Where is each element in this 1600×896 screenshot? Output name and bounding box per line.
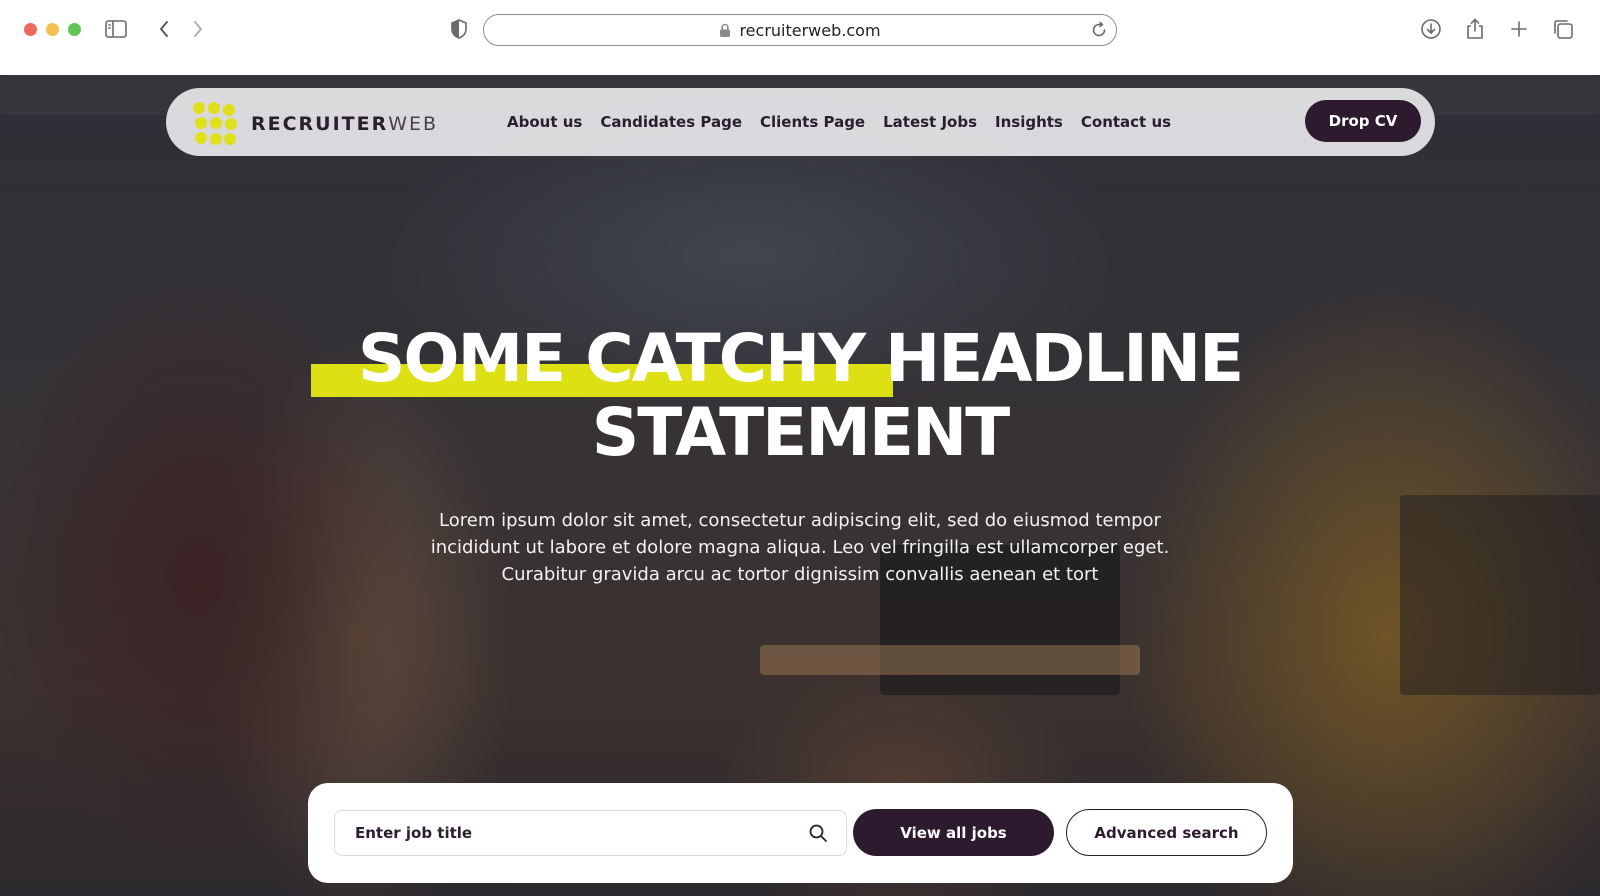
- back-icon[interactable]: [152, 17, 176, 41]
- job-title-input[interactable]: [355, 811, 795, 855]
- download-icon[interactable]: [1419, 17, 1443, 41]
- tabs-overview-icon[interactable]: [1551, 17, 1575, 41]
- sidebar-icon[interactable]: [104, 17, 128, 41]
- headline-line-1: SOME CATCHY HEADLINE: [357, 320, 1244, 397]
- logo-text: RECRUITERWEB: [251, 113, 439, 135]
- nav-link-latest-jobs[interactable]: Latest Jobs: [883, 113, 977, 131]
- logo-mark-icon: [193, 102, 237, 146]
- drop-cv-button[interactable]: Drop CV: [1305, 100, 1421, 142]
- lock-icon: [719, 23, 731, 38]
- nav-links: About us Candidates Page Clients Page La…: [507, 88, 1189, 156]
- job-search-panel: View all jobs Advanced search: [308, 783, 1293, 883]
- address-bar[interactable]: recruiterweb.com: [483, 14, 1117, 46]
- new-tab-icon[interactable]: [1507, 17, 1531, 41]
- search-icon[interactable]: [808, 823, 828, 843]
- close-window-button[interactable]: [24, 23, 37, 36]
- advanced-search-button[interactable]: Advanced search: [1066, 809, 1267, 856]
- desk-background: [760, 645, 1140, 675]
- main-nav: RECRUITERWEB About us Candidates Page Cl…: [166, 88, 1435, 156]
- shield-icon[interactable]: [447, 17, 471, 41]
- logo[interactable]: RECRUITERWEB: [193, 102, 438, 146]
- nav-link-insights[interactable]: Insights: [995, 113, 1063, 131]
- nav-link-contact[interactable]: Contact us: [1081, 113, 1171, 131]
- url-text: recruiterweb.com: [739, 20, 881, 40]
- search-field: [334, 810, 847, 856]
- hero-section: RECRUITERWEB About us Candidates Page Cl…: [0, 75, 1600, 896]
- reload-icon[interactable]: [1090, 21, 1108, 39]
- browser-toolbar: recruiterweb.com: [0, 0, 1600, 75]
- hero-headline: SOME CATCHY HEADLINE STATEMENT: [0, 322, 1600, 470]
- monitor-background: [1400, 495, 1600, 695]
- share-icon[interactable]: [1463, 17, 1487, 41]
- nav-link-clients[interactable]: Clients Page: [760, 113, 865, 131]
- headline-line-2: STATEMENT: [591, 394, 1011, 471]
- maximize-window-button[interactable]: [68, 23, 81, 36]
- minimize-window-button[interactable]: [46, 23, 59, 36]
- nav-link-candidates[interactable]: Candidates Page: [600, 113, 742, 131]
- view-all-jobs-button[interactable]: View all jobs: [853, 809, 1054, 856]
- hero-subtext: Lorem ipsum dolor sit amet, consectetur …: [430, 510, 1170, 585]
- nav-link-about[interactable]: About us: [507, 113, 582, 131]
- forward-icon[interactable]: [186, 17, 210, 41]
